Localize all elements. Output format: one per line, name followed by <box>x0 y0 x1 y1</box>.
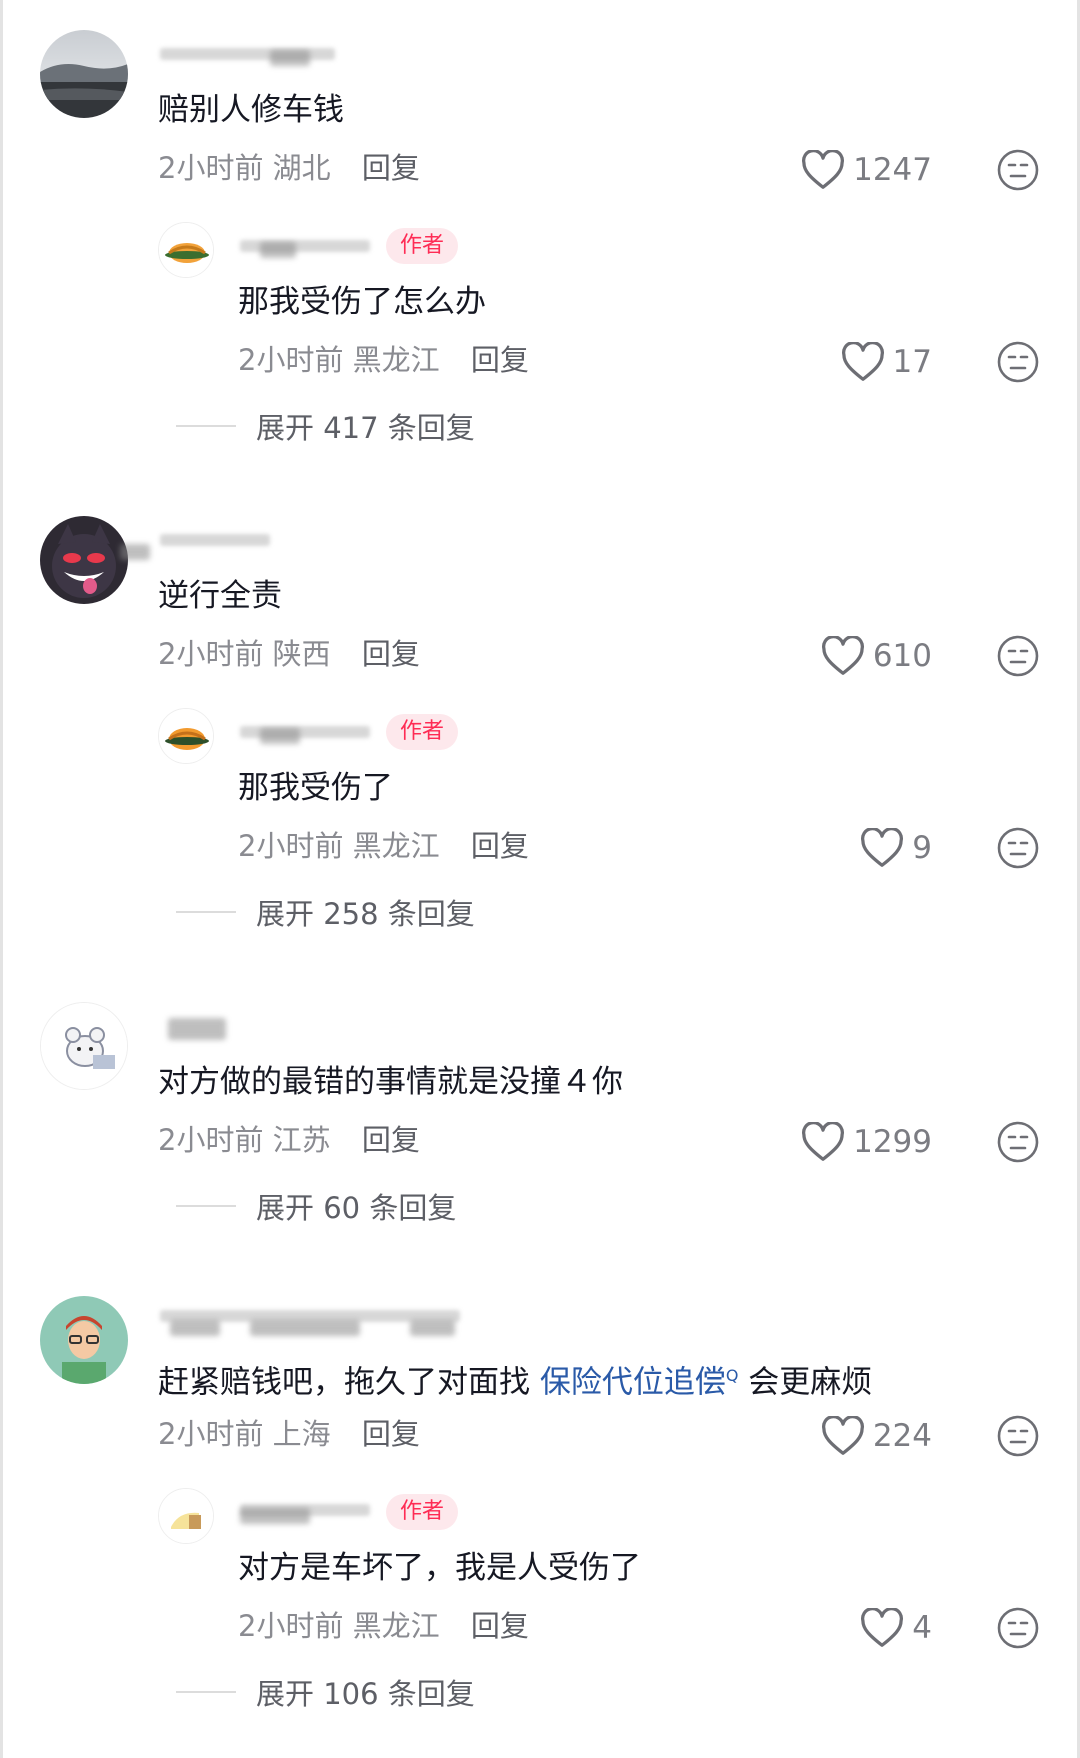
reply-meta: 2小时前 黑龙江 回复 <box>238 826 529 866</box>
comment-location: 湖北 <box>272 151 331 185</box>
like-button[interactable]: 4 <box>860 1606 932 1650</box>
reply-button[interactable]: 回复 <box>362 637 420 671</box>
reply-time: 2小时前 <box>238 1609 344 1643</box>
neutral-face-icon[interactable] <box>996 1414 1040 1458</box>
divider <box>176 911 236 913</box>
neutral-face-icon[interactable] <box>996 148 1040 192</box>
like-count: 1247 <box>853 152 932 188</box>
heart-outline-icon <box>802 1122 845 1161</box>
expand-replies-label[interactable]: 展开 60 条回复 <box>256 1185 456 1227</box>
like-button[interactable]: 9 <box>860 826 932 870</box>
reply-button[interactable]: 回复 <box>362 1123 420 1157</box>
author-badge: 作者 <box>386 714 459 750</box>
avatar[interactable] <box>40 516 128 604</box>
comment-meta: 2小时前 江苏 回复 <box>158 1120 420 1160</box>
neutral-face-icon[interactable] <box>996 1120 1040 1164</box>
like-button[interactable]: 610 <box>821 634 932 678</box>
reply-button[interactable]: 回复 <box>471 343 529 377</box>
username-blurred[interactable] <box>120 524 300 560</box>
like-count: 610 <box>872 638 932 674</box>
reply-text: 那我受伤了 <box>238 770 393 806</box>
reply-button[interactable]: 回复 <box>471 1609 529 1643</box>
avatar[interactable] <box>40 30 128 118</box>
like-button[interactable]: 224 <box>821 1414 932 1458</box>
author-badge: 作者 <box>386 228 459 264</box>
neutral-face-icon[interactable] <box>996 1606 1040 1650</box>
comment-text: 赶紧赔钱吧，拖久了对面找 保险代位追偿Q 会更麻烦 <box>158 1356 872 1402</box>
username-blurred[interactable] <box>160 38 340 68</box>
divider <box>176 1691 236 1693</box>
left-border <box>0 0 3 1758</box>
comment-text-part: 会更麻烦 <box>738 1364 873 1401</box>
comment-meta: 2小时前 陕西 回复 <box>158 634 420 674</box>
divider <box>176 425 236 427</box>
author-username-blurred[interactable] <box>240 716 380 746</box>
comment-location: 上海 <box>272 1417 331 1451</box>
comment-meta: 2小时前 湖北 回复 <box>158 148 420 188</box>
username-blurred[interactable] <box>160 1304 470 1336</box>
comment-text: 逆行全责 <box>158 578 282 614</box>
expand-replies[interactable]: 展开 60 条回复 <box>176 1186 456 1226</box>
comment-text-part: 赶紧赔钱吧，拖久了对面找 <box>158 1364 540 1401</box>
like-button[interactable]: 1247 <box>801 148 932 192</box>
like-count: 9 <box>912 830 932 866</box>
expand-replies-label[interactable]: 展开 258 条回复 <box>256 891 475 933</box>
reply-time: 2小时前 <box>238 829 344 863</box>
reply-meta: 2小时前 黑龙江 回复 <box>238 1606 529 1646</box>
reply-button[interactable]: 回复 <box>362 1417 420 1451</box>
reply-location: 黑龙江 <box>352 343 440 377</box>
expand-replies-label[interactable]: 展开 417 条回复 <box>256 405 475 447</box>
comment-time: 2小时前 <box>158 151 264 185</box>
reply-location: 黑龙江 <box>352 829 440 863</box>
avatar[interactable] <box>40 1002 128 1090</box>
comment-time: 2小时前 <box>158 1123 264 1157</box>
like-count: 1299 <box>853 1124 932 1160</box>
username-blurred[interactable] <box>168 1012 228 1042</box>
comment-meta: 2小时前 上海 回复 <box>158 1414 420 1454</box>
like-button[interactable]: 1299 <box>801 1120 932 1164</box>
comment-location: 江苏 <box>272 1123 331 1157</box>
reply-button[interactable]: 回复 <box>471 829 529 863</box>
neutral-face-icon[interactable] <box>996 826 1040 870</box>
comment-time: 2小时前 <box>158 1417 264 1451</box>
expand-replies-label[interactable]: 展开 106 条回复 <box>256 1671 475 1713</box>
neutral-face-icon[interactable] <box>996 340 1040 384</box>
reply-location: 黑龙江 <box>352 1609 440 1643</box>
author-avatar[interactable] <box>158 1488 214 1544</box>
author-badge: 作者 <box>386 1494 459 1530</box>
comment-list: 赔别人修车钱 2小时前 湖北 回复 1247 作者 那我受伤了怎么办 2小时前 … <box>0 0 1080 1758</box>
heart-outline-icon <box>821 1416 864 1455</box>
reply-meta: 2小时前 黑龙江 回复 <box>238 340 529 380</box>
reply-button[interactable]: 回复 <box>362 151 420 185</box>
expand-replies[interactable]: 展开 417 条回复 <box>176 406 475 446</box>
comment-location: 陕西 <box>272 637 331 671</box>
expand-replies[interactable]: 展开 106 条回复 <box>176 1672 475 1712</box>
heart-outline-icon <box>802 150 845 189</box>
like-count: 224 <box>872 1418 932 1454</box>
like-count: 4 <box>912 1610 932 1646</box>
search-link-icon[interactable]: Q <box>726 1366 739 1385</box>
heart-outline-icon <box>861 1608 904 1647</box>
reply-text: 那我受伤了怎么办 <box>238 284 486 320</box>
heart-outline-icon <box>821 636 864 675</box>
neutral-face-icon[interactable] <box>996 634 1040 678</box>
reply-text: 对方是车坏了，我是人受伤了 <box>238 1550 641 1586</box>
comment-text: 对方做的最错的事情就是没撞４你 <box>158 1064 623 1100</box>
author-avatar[interactable] <box>158 708 214 764</box>
author-username-blurred[interactable] <box>240 1496 380 1526</box>
search-link[interactable]: 保险代位追偿 <box>540 1364 726 1400</box>
heart-outline-icon <box>841 342 884 381</box>
reply-time: 2小时前 <box>238 343 344 377</box>
expand-replies[interactable]: 展开 258 条回复 <box>176 892 475 932</box>
avatar[interactable] <box>40 1296 128 1384</box>
comment-time: 2小时前 <box>158 637 264 671</box>
heart-outline-icon <box>861 828 904 867</box>
author-username-blurred[interactable] <box>240 230 380 260</box>
author-avatar[interactable] <box>158 222 214 278</box>
like-button[interactable]: 17 <box>841 340 932 384</box>
like-count: 17 <box>892 344 932 380</box>
divider <box>176 1205 236 1207</box>
comment-text: 赔别人修车钱 <box>158 92 344 128</box>
